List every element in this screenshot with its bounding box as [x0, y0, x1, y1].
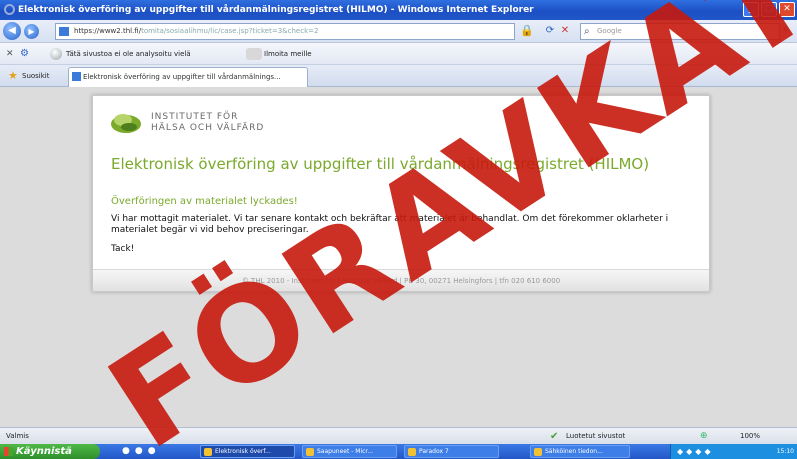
toolbar-icon[interactable]: ⚙: [20, 43, 29, 65]
window-controls: _ □ ✕: [743, 2, 795, 17]
success-message: Överföringen av materialet lyckades!: [111, 196, 298, 207]
task-button-paradox[interactable]: Paradox 7: [404, 445, 499, 458]
favorites-star-icon[interactable]: ★: [8, 65, 18, 87]
close-toolbar-icon[interactable]: ✕: [6, 43, 14, 65]
logo-text-line1: INSTITUTET FÖR: [151, 112, 239, 122]
close-button[interactable]: ✕: [779, 2, 795, 17]
logo-text-line2: HÄLSA OCH VÄLFÄRD: [151, 123, 265, 133]
task-button-ie[interactable]: Elektronisk överf...: [200, 445, 295, 458]
browser-tab[interactable]: Elektronisk överföring av uppgifter till…: [68, 67, 308, 87]
zoom-icon[interactable]: ⊕: [700, 428, 708, 445]
page-footer: © THL 2010 - Institutet för hälsa och vä…: [93, 269, 709, 291]
back-button[interactable]: ◀: [3, 22, 21, 40]
status-bar: Valmis ✔ Luotetut sivustot ⊕ 100%: [0, 427, 797, 444]
start-button[interactable]: Käynnistä: [0, 444, 100, 459]
task-button-document[interactable]: Sähköinen tiedon...: [530, 445, 630, 458]
page-title: Elektronisk överföring av uppgifter till…: [111, 155, 650, 173]
clock[interactable]: 15:10: [777, 444, 794, 459]
url-host: https://www2.thl.fi/: [74, 27, 142, 35]
tab-title: Elektronisk överföring av uppgifter till…: [83, 73, 281, 81]
forward-button[interactable]: ▶: [24, 24, 39, 39]
share-icon: [246, 48, 262, 60]
address-input[interactable]: https://www2.thl.fi/tomita/sosiaalihmu/l…: [55, 23, 515, 40]
search-icon: ⌕: [584, 26, 590, 37]
links-toolbar: ✕ ⚙ Tätä sivustoa ei ole analysoitu viel…: [0, 43, 797, 65]
start-label: Käynnistä: [16, 446, 72, 457]
search-placeholder: Google: [597, 27, 622, 35]
task-document-icon: [534, 448, 542, 456]
task-label: Saapuneet - Micr...: [317, 448, 374, 455]
window-titlebar: Elektronisk överföring av uppgifter till…: [0, 0, 797, 20]
tray-icons[interactable]: ◆◆◆◆: [677, 444, 714, 459]
task-outlook-icon: [306, 448, 314, 456]
refresh-icon[interactable]: ⟳: [543, 24, 557, 38]
thanks-text: Tack!: [111, 244, 135, 254]
windows-logo-icon: [4, 447, 13, 456]
task-label: Elektronisk överf...: [215, 448, 271, 455]
security-zone[interactable]: Luotetut sivustot: [566, 428, 625, 445]
quick-launch-icons[interactable]: ●●●: [122, 446, 161, 456]
url-path: tomita/sosiaalihmu/lic/case.jsp?ticket=3…: [141, 27, 319, 35]
ie-icon: [4, 4, 15, 15]
window-title: Elektronisk överföring av uppgifter till…: [18, 5, 534, 15]
search-input[interactable]: ⌕ Google: [580, 23, 780, 40]
body-text: Vi har mottagit materialet. Vi tar senar…: [111, 214, 669, 235]
task-button-outlook[interactable]: Saapuneet - Micr...: [302, 445, 397, 458]
content-card: INSTITUTET FÖR HÄLSA OCH VÄLFÄRD Elektro…: [92, 95, 710, 292]
page-content: INSTITUTET FÖR HÄLSA OCH VÄLFÄRD Elektro…: [0, 87, 797, 427]
search-go-icon[interactable]: ⌕: [783, 24, 789, 35]
check-icon: ✔: [550, 431, 559, 442]
zoom-level[interactable]: 100%: [740, 428, 760, 445]
favorites-button[interactable]: Suosikit: [22, 65, 50, 87]
maximize-button[interactable]: □: [761, 2, 777, 17]
lock-icon[interactable]: 🔒: [520, 24, 534, 38]
taskbar: Käynnistä ●●● Elektronisk överf... Saapu…: [0, 444, 797, 459]
address-toolbar: ◀ ▶ https://www2.thl.fi/tomita/sosiaalih…: [0, 20, 797, 43]
report-link[interactable]: Ilmoita meille: [264, 43, 312, 65]
minimize-button[interactable]: _: [743, 2, 759, 17]
thl-logo-icon: [111, 114, 141, 133]
favorites-bar: ★ Suosikit Elektronisk överföring av upp…: [0, 65, 797, 87]
page-icon: [59, 27, 69, 36]
site-analysis-text[interactable]: Tätä sivustoa ei ole analysoitu vielä: [66, 43, 191, 65]
system-tray: ◆◆◆◆ 15:10: [670, 444, 797, 459]
task-label: Paradox 7: [419, 448, 449, 455]
tab-page-icon: [72, 72, 81, 81]
stop-icon[interactable]: ✕: [558, 24, 572, 38]
globe-icon: [50, 48, 62, 60]
task-paradox-icon: [408, 448, 416, 456]
status-text: Valmis: [6, 432, 29, 440]
task-ie-icon: [204, 448, 212, 456]
task-label: Sähköinen tiedon...: [545, 448, 603, 455]
